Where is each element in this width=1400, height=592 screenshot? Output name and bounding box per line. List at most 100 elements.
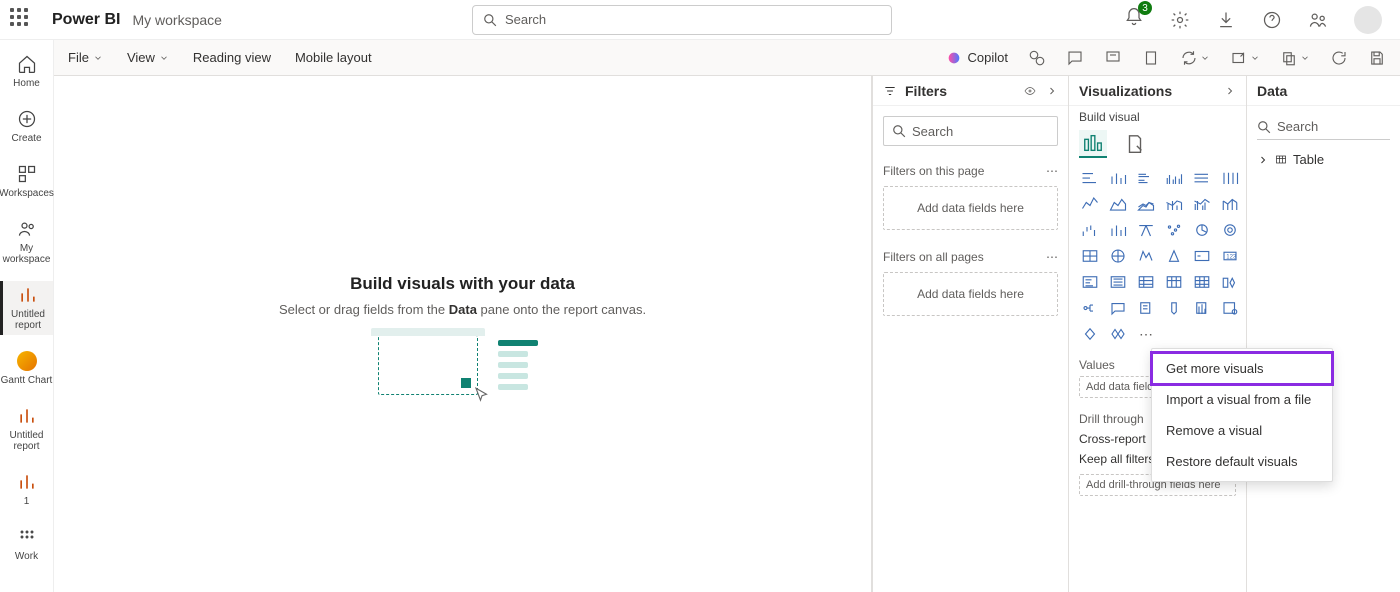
report-icon [18,285,38,305]
viz-clustered-bar[interactable] [1135,168,1157,188]
bookmark-icon[interactable] [1104,49,1122,67]
viz-stacked-area[interactable] [1135,194,1157,214]
viz-map[interactable] [1079,246,1101,266]
menu-get-more-visuals[interactable]: Get more visuals [1152,353,1332,384]
viz-stacked-column[interactable] [1107,168,1129,188]
viz-multi-row-card[interactable]: 123 [1219,246,1241,266]
rail-workspaces[interactable]: Workspaces [0,160,53,203]
save-icon[interactable] [1368,49,1386,67]
viz-subheader: Build visual [1069,106,1246,128]
menu-remove-visual[interactable]: Remove a visual [1152,415,1332,446]
help-icon[interactable] [1262,10,1282,30]
viz-kpi[interactable] [1079,272,1101,292]
more-icon[interactable]: ⋯ [1046,164,1058,178]
bookmark2-icon[interactable] [1142,49,1160,67]
avatar[interactable] [1354,6,1382,34]
viz-r-visual[interactable] [1191,272,1213,292]
viz-pie[interactable] [1163,220,1185,240]
rail-gantt-chart[interactable]: Gantt Chart [0,347,53,390]
filters-pane: Filters Search Filters on this page⋯ Add… [872,76,1068,592]
rail-home[interactable]: Home [0,50,53,93]
ribbon-view[interactable]: View [127,50,169,65]
viz-funnel[interactable] [1107,220,1129,240]
explore-icon[interactable] [1028,49,1046,67]
rail-label: Workspaces [0,188,54,199]
viz-header: Visualizations [1069,76,1246,106]
canvas-illustration [378,335,548,395]
viz-treemap[interactable] [1219,220,1241,240]
viz-clustered-column[interactable] [1163,168,1185,188]
filters-this-page-drop[interactable]: Add data fields here [883,186,1058,230]
notifications-badge: 3 [1138,1,1152,15]
viz-custom-2[interactable] [1107,324,1129,344]
viz-azure-map[interactable] [1135,246,1157,266]
collapse-icon[interactable] [1046,85,1058,97]
viz-line-stacked-column[interactable] [1163,194,1185,214]
viz-donut[interactable] [1191,220,1213,240]
rail-untitled-report-2[interactable]: Untitled report [0,402,53,456]
viz-qa[interactable] [1135,298,1157,318]
notifications-button[interactable]: 3 [1124,7,1144,32]
app-launcher-icon[interactable] [10,8,34,32]
menu-import-visual[interactable]: Import a visual from a file [1152,384,1332,415]
data-search[interactable]: Search [1257,114,1390,140]
workspace-breadcrumb[interactable]: My workspace [132,12,221,28]
viz-decomposition[interactable] [1107,298,1129,318]
viz-area[interactable] [1107,194,1129,214]
rail-my-workspace[interactable]: My workspace [0,215,53,269]
global-search[interactable]: Search [472,5,892,35]
filters-all-pages: Filters on all pages⋯ Add data fields he… [873,242,1068,328]
viz-table[interactable] [1135,272,1157,292]
search-icon [483,13,497,27]
viz-100-stacked-bar[interactable] [1191,168,1213,188]
rail-untitled-report[interactable]: Untitled report [0,281,53,335]
viz-ribbon[interactable] [1219,194,1241,214]
copy-dropdown[interactable] [1280,49,1310,67]
viz-line[interactable] [1079,194,1101,214]
refresh-icon[interactable] [1330,49,1348,67]
ribbon-reading-view[interactable]: Reading view [193,50,271,65]
sync-dropdown[interactable] [1180,49,1210,67]
viz-scatter[interactable] [1135,220,1157,240]
report-canvas[interactable]: Build visuals with your data Select or d… [54,76,872,592]
viz-custom-1[interactable] [1079,324,1101,344]
filters-all-pages-drop[interactable]: Add data fields here [883,272,1058,316]
account-manager-icon[interactable] [1308,10,1328,30]
download-icon[interactable] [1216,10,1236,30]
viz-stacked-bar[interactable] [1079,168,1101,188]
export-dropdown[interactable] [1230,49,1260,67]
report-icon [17,472,37,492]
viz-line-clustered-column[interactable] [1191,194,1213,214]
viz-paginated[interactable] [1191,298,1213,318]
settings-icon[interactable] [1170,10,1190,30]
viz-100-stacked-column[interactable] [1219,168,1241,188]
comment-icon[interactable] [1066,49,1084,67]
viz-matrix[interactable] [1163,272,1185,292]
rail-one[interactable]: 1 [0,468,53,511]
ribbon-file[interactable]: File [68,50,103,65]
collapse-icon[interactable] [1224,85,1236,97]
filters-header: Filters [873,76,1068,106]
format-visual-tab[interactable] [1121,130,1149,158]
viz-slicer[interactable] [1107,272,1129,292]
menu-restore-default[interactable]: Restore default visuals [1152,446,1332,477]
viz-py-visual[interactable] [1219,272,1241,292]
rail-work[interactable]: Work [0,523,53,566]
filters-search[interactable]: Search [883,116,1058,146]
viz-waterfall[interactable] [1079,220,1101,240]
viz-card[interactable] [1191,246,1213,266]
more-icon[interactable]: ⋯ [1046,250,1058,264]
viz-gauge[interactable] [1163,246,1185,266]
export-icon [1230,49,1248,67]
viz-narrative[interactable] [1163,298,1185,318]
eye-icon[interactable] [1024,85,1036,97]
copilot-button[interactable]: Copilot [946,50,1008,66]
viz-more-button[interactable]: ⋯ [1135,324,1157,344]
viz-key-influencers[interactable] [1079,298,1101,318]
viz-filled-map[interactable] [1107,246,1129,266]
viz-powerapps[interactable] [1219,298,1241,318]
build-visual-tab[interactable] [1079,130,1107,158]
ribbon-mobile-layout[interactable]: Mobile layout [295,50,372,65]
data-table-item[interactable]: Table [1247,148,1400,171]
rail-create[interactable]: Create [0,105,53,148]
